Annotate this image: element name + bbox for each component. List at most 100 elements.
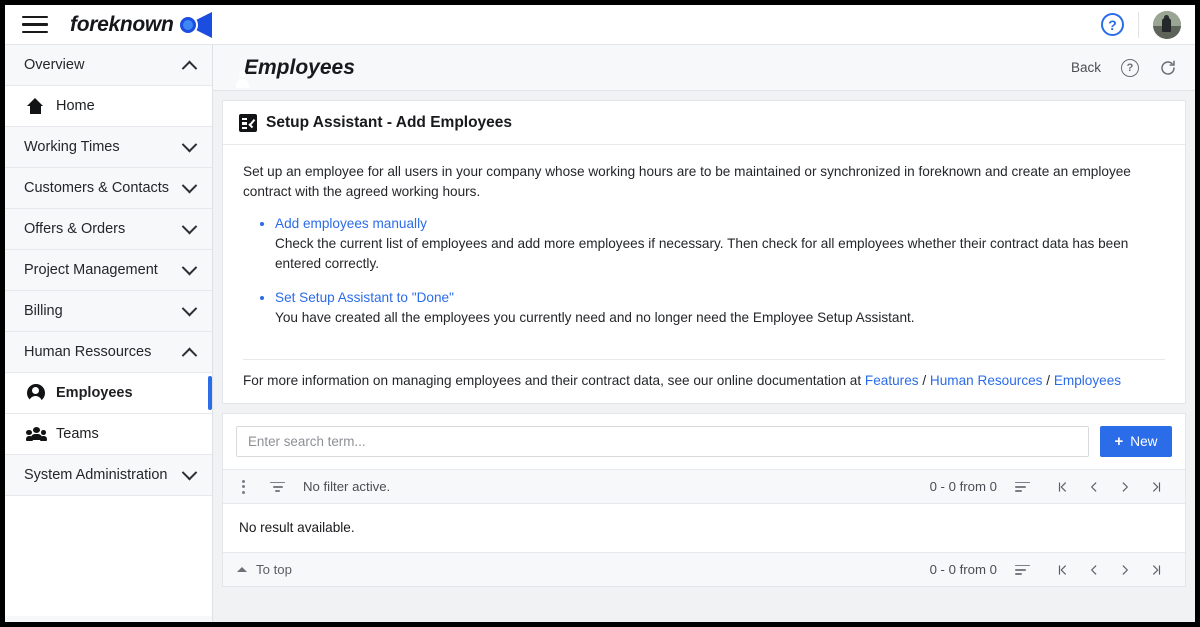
new-button[interactable]: + New [1100,426,1172,458]
sidebar-item-label: Home [56,98,95,114]
to-top-label: To top [256,562,292,578]
main-content: Employees Back ? Setup Assistant - Add E… [213,45,1195,622]
back-button[interactable]: Back [1071,60,1101,75]
setup-assistant-intro: Set up an employee for all users in your… [243,164,1131,199]
list-item: Set Setup Assistant to "Done" You have c… [275,289,1165,328]
sidebar-group-overview[interactable]: Overview [5,45,212,86]
app-bar: foreknown ? [5,5,1195,45]
task-description: You have created all the employees you c… [275,310,915,326]
to-top-button[interactable]: To top [237,562,292,577]
doc-separator: / [1042,373,1054,389]
doc-link-employees[interactable]: Employees [1054,373,1121,388]
pagination-count: 0 - 0 from 0 [929,479,997,495]
foreknown-logo-icon [180,11,214,38]
sidebar-group-label: System Administration [24,467,168,483]
sidebar-group-billing[interactable]: Billing [5,291,212,332]
sidebar[interactable]: Overview Home Working Times Customers & … [5,45,213,622]
chevron-down-icon [181,136,198,152]
page-title-text: Employees [244,55,355,79]
documentation-note: For more information on managing employe… [243,359,1165,403]
sidebar-item-label: Teams [56,426,99,442]
setup-assistant-header: Setup Assistant - Add Employees [223,101,1185,145]
sort-icon[interactable] [1015,481,1032,493]
active-indicator [208,376,212,410]
set-setup-assistant-done-link[interactable]: Set Setup Assistant to "Done" [275,290,454,305]
sidebar-group-label: Billing [24,303,63,319]
app-window: foreknown ? Overview Home Working Times … [5,5,1195,622]
pagination-controls-bottom: 0 - 0 from 0 [930,557,1171,583]
search-row: + New [223,414,1185,469]
sidebar-item-home[interactable]: Home [5,86,212,127]
next-page-button[interactable] [1109,557,1140,583]
sidebar-group-customers-contacts[interactable]: Customers & Contacts [5,168,212,209]
sidebar-group-working-times[interactable]: Working Times [5,127,212,168]
app-bar-actions: ? [1101,10,1195,39]
sidebar-group-offers-orders[interactable]: Offers & Orders [5,209,212,250]
last-page-button[interactable] [1140,474,1171,500]
chevron-down-icon [181,218,198,234]
add-employees-manually-link[interactable]: Add employees manually [275,216,427,231]
person-icon [26,384,45,405]
page-header-actions: Back ? [1071,58,1177,77]
sidebar-item-employees[interactable]: Employees [5,373,212,414]
doc-link-human-resources[interactable]: Human Resources [930,373,1043,388]
page-header: Employees Back ? [213,45,1195,91]
sidebar-group-label: Customers & Contacts [24,180,170,196]
fact-check-icon [239,114,257,132]
next-page-button[interactable] [1109,474,1140,500]
chevron-up-icon [181,347,198,363]
documentation-text: For more information on managing employe… [243,373,865,389]
sort-icon[interactable] [1015,564,1032,576]
search-input[interactable] [236,426,1089,458]
home-icon [26,97,45,116]
sidebar-group-label: Project Management [24,262,158,278]
pagination-controls: 0 - 0 from 0 [930,474,1171,500]
caret-up-icon [237,567,247,573]
previous-page-button[interactable] [1078,557,1109,583]
sidebar-group-project-management[interactable]: Project Management [5,250,212,291]
list-toolbar: No filter active. 0 - 0 from 0 [223,469,1185,505]
first-page-button[interactable] [1047,557,1078,583]
plus-icon: + [1114,433,1124,451]
chevron-down-icon [181,464,198,480]
page-title: Employees [233,56,355,80]
sidebar-item-label: Employees [56,385,133,401]
first-page-button[interactable] [1047,474,1078,500]
task-description: Check the current list of employees and … [275,236,1129,272]
setup-assistant-card: Setup Assistant - Add Employees Set up a… [222,100,1186,405]
kebab-menu-icon[interactable] [235,479,251,494]
filter-icon[interactable] [269,481,286,493]
previous-page-button[interactable] [1078,474,1109,500]
chevron-down-icon [181,300,198,316]
avatar[interactable] [1153,10,1181,39]
setup-assistant-body: Set up an employee for all users in your… [223,145,1185,353]
sidebar-group-system-administration[interactable]: System Administration [5,455,212,496]
sidebar-group-label: Human Ressources [24,344,152,360]
sidebar-group-label: Overview [24,57,85,73]
hamburger-menu-icon[interactable] [22,15,48,34]
brand-name: foreknown [70,12,174,36]
setup-task-list: Add employees manually Check the current… [243,215,1165,328]
list-item: Add employees manually Check the current… [275,215,1165,274]
chevron-up-icon [181,60,198,76]
employee-list-card: + New No filter active. 0 - 0 from 0 [222,413,1186,588]
pagination-count: 0 - 0 from 0 [929,562,997,578]
brand-logo-group[interactable]: foreknown [70,11,214,38]
last-page-button[interactable] [1140,557,1171,583]
sidebar-group-label: Working Times [24,139,120,155]
sidebar-group-human-ressources[interactable]: Human Ressources [5,332,212,373]
sidebar-item-teams[interactable]: Teams [5,414,212,455]
chevron-down-icon [181,259,198,275]
help-icon[interactable]: ? [1101,13,1124,36]
filter-status-text: No filter active. [303,479,391,495]
refresh-icon[interactable] [1159,59,1177,77]
doc-separator: / [918,373,930,389]
setup-assistant-title: Setup Assistant - Add Employees [266,114,513,131]
divider [1138,11,1139,38]
sidebar-group-label: Offers & Orders [24,221,126,237]
help-icon[interactable]: ? [1121,58,1139,77]
sidebar-filler [5,496,212,616]
teams-icon [25,425,47,444]
doc-link-features[interactable]: Features [865,373,919,388]
chevron-down-icon [181,177,198,193]
